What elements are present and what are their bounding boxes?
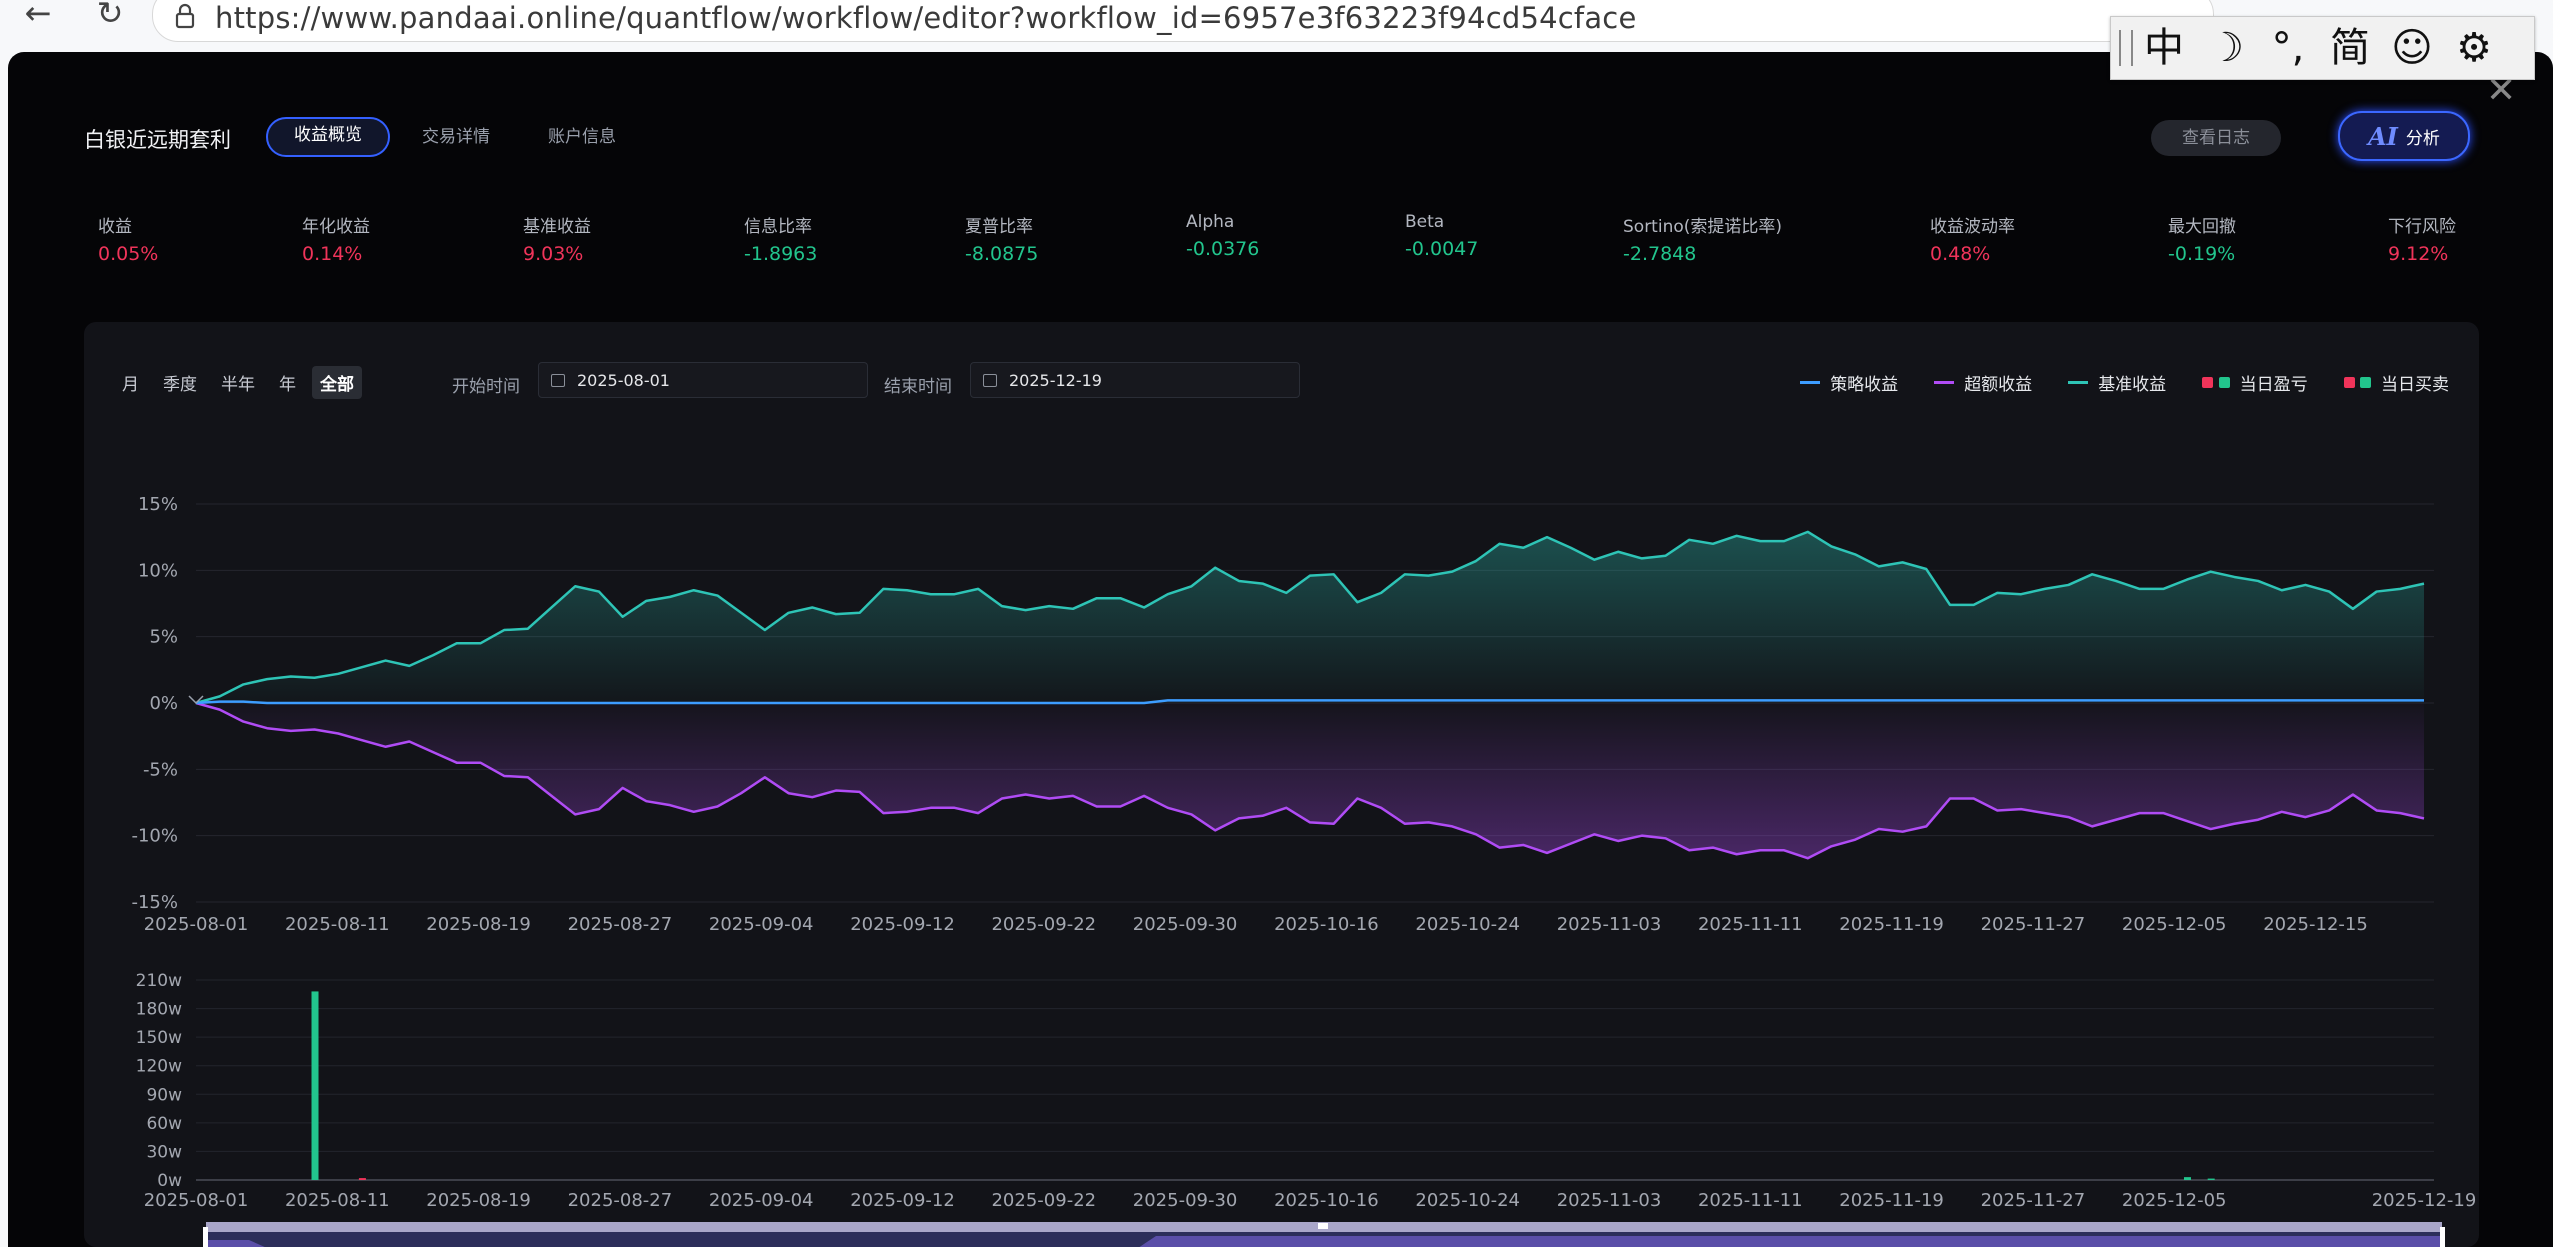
x-tick-label: 2025-11-03 [1557, 914, 1662, 935]
bar-x-tick-label: 2025-08-19 [426, 1190, 531, 1211]
ai-analysis-label: 分析 [2405, 128, 2440, 149]
bar-y-tick-label: 180w [136, 1000, 182, 1020]
metric-downside-risk: 下行风险 9.12% [2388, 217, 2456, 265]
x-tick-label: 2025-09-12 [850, 914, 955, 935]
tab-trade-details[interactable]: 交易详情 [396, 119, 516, 155]
metric-beta: Beta -0.0047 [1405, 212, 1479, 260]
benchmark-area [196, 531, 2424, 703]
bar-y-tick-label: 120w [136, 1057, 182, 1077]
metric-information-ratio: 信息比率 -1.8963 [744, 217, 818, 265]
x-tick-label: 2025-08-01 [144, 914, 249, 935]
bar-x-tick-label: 2025-11-27 [1981, 1190, 2086, 1211]
metric-sharpe-ratio: 夏普比率 -8.0875 [965, 217, 1039, 265]
chart-panel: 月 季度 半年 年 全部 开始时间 2025-08-01 结束时间 2025-1… [84, 322, 2479, 1247]
x-tick-label: 2025-11-27 [1981, 914, 2086, 935]
settings-gear-icon[interactable]: ⚙ [2443, 18, 2505, 78]
bar-y-tick-label: 90w [146, 1085, 182, 1105]
ime-simplified-mode[interactable]: 简 [2319, 18, 2381, 78]
x-tick-label: 2025-10-16 [1274, 914, 1379, 935]
bar-x-tick-label: 2025-11-19 [1839, 1190, 1944, 1211]
daily-trade-bar [311, 991, 319, 1180]
metric-max-drawdown: 最大回撤 -0.19% [2168, 217, 2236, 265]
ai-icon: AI [2368, 121, 2398, 151]
bar-y-tick-label: 0w [157, 1171, 182, 1191]
x-tick-label: 2025-08-27 [568, 914, 673, 935]
charts-svg: 15%10%5%0%-5%-10%-15%2025-08-01 2025-08-1… [131, 494, 2477, 1247]
bar-x-tick-label: 2025-08-01 [144, 1190, 249, 1211]
emoji-icon[interactable]: ☺ [2381, 18, 2443, 78]
x-tick-label: 2025-11-19 [1839, 914, 1944, 935]
returns-line-chart: 15% 10% 5% 0% -5% -10% -15%2025-08-01 2025-08-1… [131, 494, 2434, 935]
zoom-drag-grip-icon[interactable] [1318, 1223, 1328, 1229]
zoom-slider[interactable] [203, 1222, 2445, 1247]
bar-y-tick-label: 30w [146, 1142, 182, 1162]
bar-x-tick-label: 2025-09-04 [709, 1190, 814, 1211]
page-title: 白银近远期套利 [84, 128, 231, 152]
x-tick-label: 2025-09-22 [991, 914, 1096, 935]
ime-chinese-mode[interactable]: 中 [2133, 18, 2195, 78]
bar-x-tick-label: 2025-09-12 [850, 1190, 955, 1211]
bar-x-tick-label: 2025-09-30 [1133, 1190, 1238, 1211]
y-tick-label: -5% [143, 759, 178, 780]
bar-x-tick-label: 2025-09-22 [991, 1190, 1096, 1211]
punctuation-icon[interactable]: °, [2257, 18, 2319, 78]
metric-alpha: Alpha -0.0376 [1186, 212, 1260, 260]
x-tick-label: 2025-12-05 [2122, 914, 2227, 935]
y-tick-label: -15% [131, 892, 178, 913]
tab-account-info[interactable]: 账户信息 [522, 119, 642, 155]
ime-grip-icon[interactable] [2119, 30, 2133, 66]
bar-x-tick-label: 2025-11-11 [1698, 1190, 1803, 1211]
y-tick-label: 0% [149, 693, 178, 714]
view-log-button[interactable]: 查看日志 [2151, 120, 2281, 156]
x-tick-label: 2025-10-24 [1415, 914, 1520, 935]
daily-trade-bar [2207, 1178, 2215, 1180]
daily-trade-bar [358, 1178, 366, 1180]
bar-x-tick-label: 2025-10-16 [1274, 1190, 1379, 1211]
y-tick-label: 5% [149, 627, 178, 648]
ai-analysis-button[interactable]: AI 分析 [2338, 111, 2470, 161]
url-text: https://www.pandaai.online/quantflow/wor… [215, 1, 1637, 35]
y-tick-label: -10% [131, 826, 178, 847]
daily-trades-bar-chart: 210w 180w 150w 120w 90w 60w 30w 0w2025-08-01 202… [136, 971, 2477, 1211]
bar-y-tick-label: 210w [136, 971, 182, 991]
metric-return: 收益 0.05% [98, 217, 159, 265]
metric-volatility: 收益波动率 0.48% [1930, 217, 2015, 265]
zoom-handle-left[interactable] [203, 1227, 208, 1247]
x-tick-label: 2025-08-11 [285, 914, 390, 935]
close-icon[interactable]: ✕ [2486, 73, 2516, 109]
x-tick-label: 2025-09-04 [709, 914, 814, 935]
y-tick-label: 10% [138, 560, 178, 581]
bar-x-tick-label: 2025-10-24 [1415, 1190, 1520, 1211]
bar-y-tick-label: 60w [146, 1114, 182, 1134]
bar-y-tick-label: 150w [136, 1028, 182, 1048]
x-tick-label: 2025-08-19 [426, 914, 531, 935]
tab-bar: 收益概览 交易详情 账户信息 [266, 117, 642, 157]
address-bar[interactable]: https://www.pandaai.online/quantflow/wor… [152, 0, 2214, 42]
bar-x-tick-label: 2025-11-03 [1557, 1190, 1662, 1211]
reload-icon[interactable]: ↻ [90, 0, 130, 32]
zoom-handle-right[interactable] [2440, 1227, 2445, 1247]
back-arrow-icon[interactable]: ← [18, 0, 58, 32]
ime-toolbar: 中 ☽ °, 简 ☺ ⚙ [2110, 16, 2535, 80]
bar-x-tick-label: 2025-08-27 [568, 1190, 673, 1211]
metric-benchmark-return: 基准收益 9.03% [523, 217, 591, 265]
tab-overview[interactable]: 收益概览 [266, 117, 390, 157]
daily-trade-bar [2183, 1177, 2191, 1180]
x-tick-label: 2025-09-30 [1133, 914, 1238, 935]
metric-annual-return: 年化收益 0.14% [302, 217, 370, 265]
metrics-row: 收益 0.05% 年化收益 0.14% 基准收益 9.03% 信息比率 -1.8963 … [8, 212, 2553, 282]
x-tick-label: 2025-11-11 [1698, 914, 1803, 935]
bar-x-tick-label: 2025-08-11 [285, 1190, 390, 1211]
y-tick-label: 15% [138, 494, 178, 515]
bar-x-tick-label: 2025-12-05 [2122, 1190, 2227, 1211]
metric-sortino: Sortino(索提诺比率) -2.7848 [1623, 217, 1783, 265]
x-tick-label: 2025-12-15 [2263, 914, 2368, 935]
lock-icon [175, 3, 195, 29]
backtest-modal: 白银近远期套利 收益概览 交易详情 账户信息 查看日志 AI 分析 ✕ 收益 0.… [8, 52, 2553, 1247]
bar-x-tick-label: 2025-12-19 [2372, 1190, 2477, 1211]
moon-icon[interactable]: ☽ [2195, 18, 2257, 78]
